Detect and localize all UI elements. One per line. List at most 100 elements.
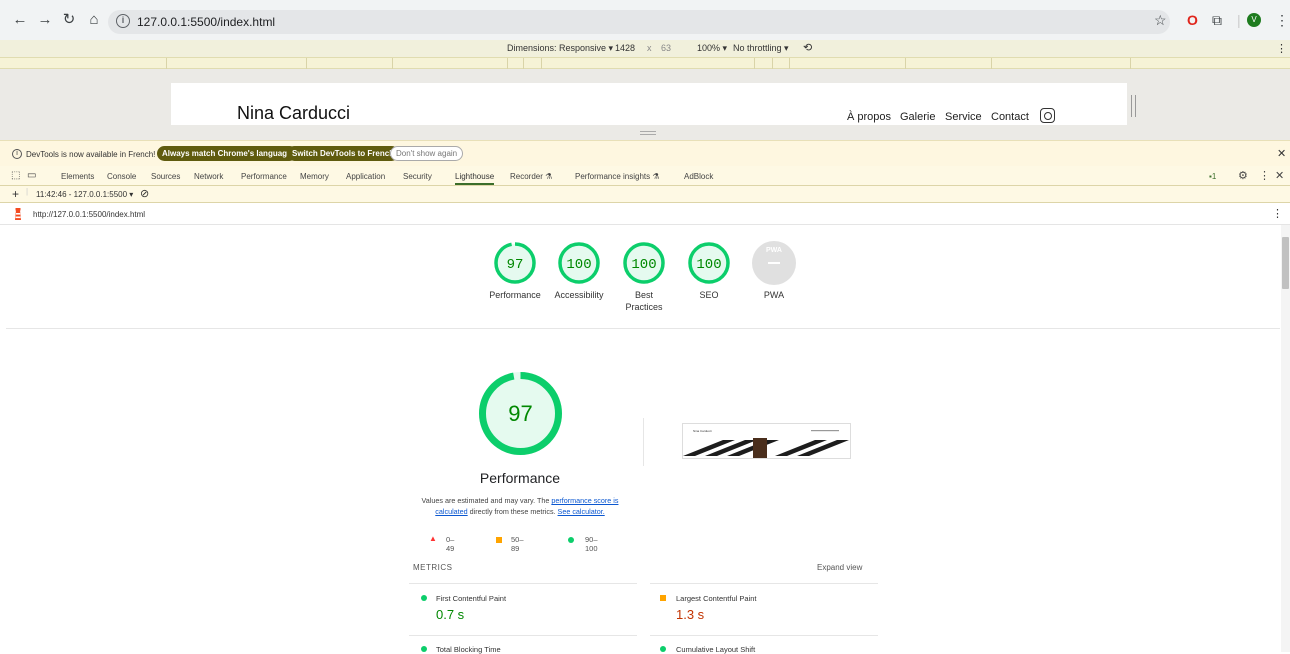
report-menu-icon[interactable]: ⋮ (1272, 207, 1283, 220)
instagram-icon[interactable] (1040, 108, 1055, 123)
tab-performance[interactable]: Performance (241, 172, 287, 181)
throttling-select[interactable]: No throttling ▾ (733, 43, 789, 54)
metric-name-fcp: First Contentful Paint (436, 594, 507, 603)
tab-elements[interactable]: Elements (61, 172, 94, 181)
opera-extension-icon[interactable]: O (1187, 12, 1198, 28)
settings-gear-icon[interactable]: ⚙ (1238, 169, 1248, 182)
forward-arrow-icon[interactable]: → (37, 12, 53, 28)
tab-sources[interactable]: Sources (151, 172, 180, 181)
score-gauge-seo[interactable]: 100 (687, 241, 731, 285)
close-infobar-icon[interactable]: ✕ (1277, 147, 1286, 160)
issues-count: 1 (1211, 172, 1217, 181)
score-gauge-accessibility[interactable]: 100 (557, 241, 601, 285)
gauge-score-seo: 100 (696, 257, 721, 273)
dimensions-select[interactable]: Dimensions: Responsive ▾ (507, 43, 613, 54)
profile-avatar[interactable]: V (1247, 13, 1261, 27)
score-gauge-best-practices[interactable]: 100 (622, 241, 666, 285)
rotate-icon[interactable]: ⟲ (803, 41, 812, 54)
new-report-plus-icon[interactable]: + (12, 187, 19, 201)
device-toggle-icon[interactable]: ▭ (27, 170, 36, 181)
tab-recorder[interactable]: Recorder ⚗ (510, 172, 552, 181)
devtools-menu-icon[interactable]: ⋮ (1259, 169, 1270, 182)
tab-lighthouse[interactable]: Lighthouse (455, 172, 495, 185)
metric-divider (650, 583, 878, 584)
device-options-icon[interactable]: ⋮ (1276, 42, 1287, 55)
score-gauge-performance[interactable]: 97 (493, 241, 537, 285)
infobar-message: DevTools is now available in French! (26, 150, 156, 159)
final-screenshot-thumbnail[interactable]: Nina Carducci (682, 423, 851, 459)
bookmark-star-icon[interactable]: ☆ (1154, 12, 1167, 28)
tab-performance-insights[interactable]: Performance insights ⚗ (575, 172, 660, 181)
chrome-menu-icon[interactable]: ⋮ (1275, 12, 1289, 28)
always-match-language-button[interactable]: Always match Chrome's language (157, 146, 297, 161)
inspect-element-icon[interactable]: ⬚ (11, 170, 20, 181)
clear-reports-icon[interactable]: ⊘ (140, 187, 149, 200)
width-input[interactable]: 1428 (615, 43, 635, 53)
see-calculator-link[interactable]: See calculator. (558, 507, 605, 516)
nav-link-galerie[interactable]: Galerie (900, 111, 935, 123)
back-arrow-icon[interactable]: ← (12, 12, 28, 28)
gauge-label-pwa[interactable]: PWA (734, 289, 814, 301)
browser-toolbar: ← → ↻ ⌂ i 127.0.0.1:5500/index.html ☆ O … (0, 0, 1290, 40)
screenshot-image: Nina Carducci (683, 424, 850, 458)
average-square-icon (496, 537, 502, 543)
viewport-height-handle[interactable] (640, 131, 656, 135)
issues-badge[interactable]: ▪1 (1209, 172, 1216, 181)
site-info-icon[interactable]: i (116, 14, 130, 28)
zoom-select[interactable]: 100% ▾ (697, 43, 727, 54)
metric-divider (409, 583, 637, 584)
metric-divider (650, 635, 878, 636)
nav-link-service[interactable]: Service (945, 111, 982, 123)
tab-security[interactable]: Security (403, 172, 432, 181)
address-url[interactable]: 127.0.0.1:5500/index.html (137, 15, 275, 29)
svg-text:Nina Carducci: Nina Carducci (693, 429, 712, 433)
desc-mid: directly from these metrics. (467, 507, 558, 516)
gauge-score-accessibility: 100 (566, 257, 591, 273)
site-header: Nina Carducci À propos Galerie Service C… (171, 83, 1127, 125)
lighthouse-logo-icon (15, 208, 21, 220)
report-url[interactable]: http://127.0.0.1:5500/index.html (33, 210, 145, 219)
nav-link-apropos[interactable]: À propos (847, 111, 891, 123)
legend-pass: 90–100 (585, 535, 598, 553)
gauge-score-best-practices: 100 (631, 257, 656, 273)
performance-score-gauge: 97 (479, 372, 562, 455)
scrollbar-thumb[interactable] (1282, 237, 1289, 289)
address-bar[interactable]: i 127.0.0.1:5500/index.html (108, 10, 1170, 34)
legend-average: 50–89 (511, 535, 524, 553)
big-gauge-score: 97 (508, 401, 532, 426)
metric-average-icon (660, 595, 666, 601)
expand-view-toggle[interactable]: Expand view (817, 563, 862, 572)
reload-icon[interactable]: ↻ (61, 12, 77, 28)
pass-circle-icon (568, 537, 574, 543)
desc-prefix: Values are estimated and may vary. The (421, 496, 552, 505)
nav-link-contact[interactable]: Contact (991, 111, 1029, 123)
metric-pass-icon (421, 595, 427, 601)
extensions-puzzle-icon[interactable]: ⧉ (1212, 12, 1222, 28)
metric-pass-icon (421, 646, 427, 652)
site-brand[interactable]: Nina Carducci (237, 103, 350, 124)
switch-to-french-button[interactable]: Switch DevTools to French (287, 146, 400, 161)
performance-title: Performance (479, 470, 561, 486)
viewport-resize-handle[interactable] (1131, 95, 1136, 117)
report-divider (6, 328, 1280, 329)
legend-fail: 0–49 (446, 535, 455, 553)
dont-show-again-button[interactable]: Don't show again (390, 146, 464, 161)
gauge-score-performance: 97 (507, 257, 524, 273)
tab-application[interactable]: Application (346, 172, 385, 181)
metric-name-cls: Cumulative Layout Shift (676, 645, 756, 654)
close-devtools-icon[interactable]: ✕ (1275, 169, 1284, 182)
tab-adblock[interactable]: AdBlock (684, 172, 713, 181)
tab-network[interactable]: Network (194, 172, 223, 181)
report-scrollbar[interactable] (1281, 225, 1290, 652)
tab-memory[interactable]: Memory (300, 172, 329, 181)
language-infobar: i DevTools is now available in French! A… (0, 140, 1290, 166)
home-icon[interactable]: ⌂ (86, 12, 102, 28)
performance-description: Values are estimated and may vary. The p… (408, 495, 632, 517)
tab-console[interactable]: Console (107, 172, 136, 181)
pwa-badge-icon[interactable]: PWA (752, 241, 796, 285)
height-input[interactable]: 63 (661, 43, 671, 53)
report-select[interactable]: 11:42:46 - 127.0.0.1:5500 ▾ (36, 190, 133, 199)
report-url-bar: http://127.0.0.1:5500/index.html ⋮ (0, 203, 1290, 225)
devtools-tabbar: ⬚ ▭ Elements Console Sources Network Per… (0, 166, 1290, 186)
metric-name-tbt: Total Blocking Time (436, 645, 501, 654)
